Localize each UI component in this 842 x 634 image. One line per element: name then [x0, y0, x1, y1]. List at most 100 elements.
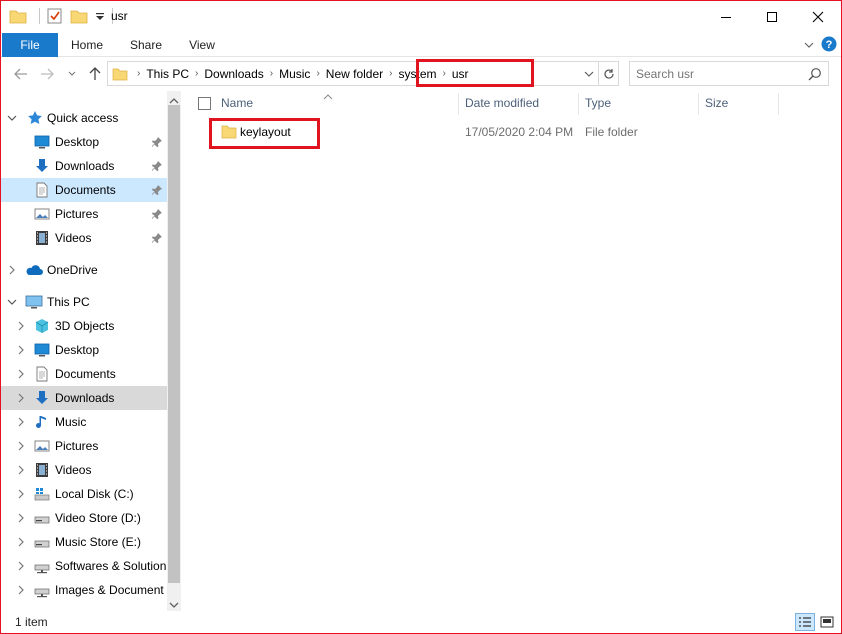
column-divider[interactable]: [578, 93, 579, 115]
maximize-button[interactable]: [749, 1, 795, 32]
folder-icon: [9, 7, 27, 25]
sidebar-item-music-store-e[interactable]: Music Store (E:): [1, 530, 167, 554]
properties-icon[interactable]: [46, 7, 64, 25]
cloud-icon: [25, 262, 43, 278]
customize-toolbar-icon[interactable]: [94, 7, 106, 25]
forward-button[interactable]: [37, 64, 57, 84]
pin-icon[interactable]: [151, 136, 163, 148]
back-button[interactable]: [11, 64, 31, 84]
sidebar-item-quick-access[interactable]: Quick access: [1, 106, 167, 130]
breadcrumb-downloads[interactable]: Downloads: [201, 67, 266, 81]
details-view-button[interactable]: [795, 613, 815, 631]
file-list: Name Date modified Type Size keylayout 1…: [185, 91, 841, 611]
chevron-down-icon[interactable]: [7, 297, 17, 307]
chevron-right-icon[interactable]: [16, 465, 26, 475]
chevron-right-icon[interactable]: [16, 441, 26, 451]
search-input[interactable]: [636, 66, 806, 81]
minimize-button[interactable]: [703, 1, 749, 32]
column-header-name[interactable]: Name: [221, 91, 253, 115]
pin-icon[interactable]: [151, 184, 163, 196]
refresh-icon: [603, 68, 614, 79]
expand-ribbon-button[interactable]: [801, 37, 817, 53]
breadcrumb-separator[interactable]: ›: [313, 68, 322, 79]
tab-share[interactable]: Share: [125, 33, 167, 57]
chevron-right-icon[interactable]: [16, 585, 26, 595]
sidebar-item-images-document[interactable]: Images & Document: [1, 578, 167, 602]
scroll-thumb[interactable]: [168, 105, 180, 583]
sidebar-item-downloads[interactable]: Downloads: [1, 386, 167, 410]
sidebar-item-music[interactable]: Music: [1, 410, 167, 434]
column-divider[interactable]: [458, 93, 459, 115]
scroll-down-arrow-icon[interactable]: [169, 598, 179, 612]
sidebar-item-videos[interactable]: Videos: [1, 458, 167, 482]
large-icons-view-button[interactable]: [817, 613, 837, 631]
sidebar-scrollbar[interactable]: [167, 91, 181, 611]
chevron-right-icon[interactable]: [16, 345, 26, 355]
sidebar-item-downloads-quick[interactable]: Downloads: [1, 154, 167, 178]
breadcrumb-new-folder[interactable]: New folder: [323, 67, 386, 81]
chevron-right-icon[interactable]: [16, 393, 26, 403]
sidebar-item-desktop-quick[interactable]: Desktop: [1, 130, 167, 154]
address-bar[interactable]: › This PC › Downloads › Music › New fold…: [107, 61, 619, 86]
film-icon: [34, 462, 50, 478]
sidebar-item-documents[interactable]: Documents: [1, 362, 167, 386]
sidebar-item-video-store-d[interactable]: Video Store (D:): [1, 506, 167, 530]
address-history-button[interactable]: [582, 67, 596, 81]
annotation-highlight-box: [416, 59, 534, 87]
chevron-right-icon[interactable]: [16, 417, 26, 427]
chevron-down-icon[interactable]: [7, 113, 17, 123]
pin-icon[interactable]: [151, 160, 163, 172]
close-button[interactable]: [795, 1, 841, 32]
thumbnails-view-icon: [820, 616, 834, 628]
refresh-button[interactable]: [598, 62, 618, 85]
download-icon: [34, 390, 50, 406]
pin-icon[interactable]: [151, 208, 163, 220]
column-divider[interactable]: [778, 93, 779, 115]
column-divider[interactable]: [698, 93, 699, 115]
sidebar-item-label: Video Store (D:): [55, 511, 141, 525]
sidebar-item-videos-quick[interactable]: Videos: [1, 226, 167, 250]
tab-file[interactable]: File: [2, 33, 58, 57]
column-header-size[interactable]: Size: [705, 91, 728, 115]
chevron-right-icon[interactable]: [16, 321, 26, 331]
new-folder-icon[interactable]: [70, 7, 88, 25]
document-icon: [34, 366, 50, 382]
sidebar-item-onedrive[interactable]: OneDrive: [1, 258, 167, 282]
sidebar-item-desktop[interactable]: Desktop: [1, 338, 167, 362]
chevron-right-icon[interactable]: [16, 489, 26, 499]
chevron-right-icon[interactable]: [16, 537, 26, 547]
sidebar-item-label: Documents: [55, 183, 116, 197]
tab-view[interactable]: View: [183, 33, 221, 57]
up-button[interactable]: [85, 64, 105, 84]
sidebar-item-label: Videos: [55, 231, 92, 245]
pin-icon[interactable]: [151, 232, 163, 244]
search-bar[interactable]: [629, 61, 829, 86]
help-button[interactable]: ?: [821, 36, 837, 52]
navigation-bar: › This PC › Downloads › Music › New fold…: [1, 58, 841, 90]
breadcrumb-this-pc[interactable]: This PC: [143, 67, 192, 81]
sidebar-item-local-disk-c[interactable]: Local Disk (C:): [1, 482, 167, 506]
sidebar-item-documents-quick[interactable]: Documents: [1, 178, 167, 202]
sidebar-item-softwares-solution[interactable]: Softwares & Solution: [1, 554, 167, 578]
chevron-right-icon[interactable]: [16, 561, 26, 571]
breadcrumb-separator[interactable]: ›: [386, 68, 395, 79]
sidebar-item-pictures-quick[interactable]: Pictures: [1, 202, 167, 226]
tab-home[interactable]: Home: [67, 33, 107, 57]
breadcrumb-separator[interactable]: ›: [192, 68, 201, 79]
chevron-right-icon[interactable]: [16, 513, 26, 523]
column-header-type[interactable]: Type: [585, 91, 611, 115]
sidebar-item-pictures[interactable]: Pictures: [1, 434, 167, 458]
sidebar-item-this-pc[interactable]: This PC: [1, 290, 167, 314]
search-icon[interactable]: [808, 67, 822, 84]
recent-locations-button[interactable]: [65, 64, 79, 84]
breadcrumb-separator[interactable]: ›: [267, 68, 276, 79]
breadcrumb-music[interactable]: Music: [276, 67, 313, 81]
svg-text:?: ?: [826, 39, 833, 51]
breadcrumb-separator[interactable]: ›: [134, 68, 143, 79]
column-header-date-modified[interactable]: Date modified: [465, 91, 539, 115]
select-all-checkbox[interactable]: [198, 97, 211, 110]
chevron-right-icon[interactable]: [16, 369, 26, 379]
sidebar-item-3d-objects[interactable]: 3D Objects: [1, 314, 167, 338]
sidebar-item-label: Desktop: [55, 135, 100, 149]
chevron-right-icon[interactable]: [7, 265, 17, 275]
